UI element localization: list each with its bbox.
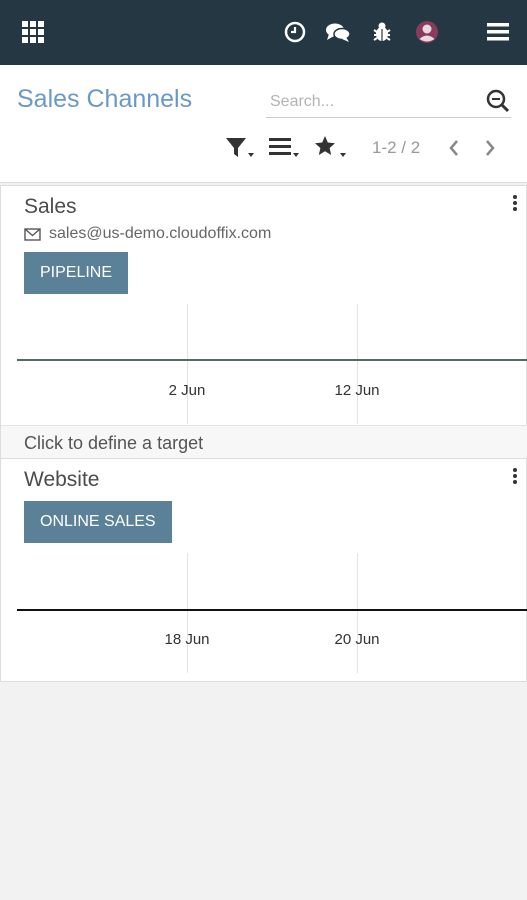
online-sales-button[interactable]: ONLINE SALES [24, 501, 172, 543]
pager-value[interactable]: 1-2 / 2 [372, 138, 420, 158]
card-graph: 18 Jun 20 Jun [17, 553, 527, 673]
hamburger-menu-icon[interactable] [484, 18, 512, 46]
search-input[interactable] [270, 90, 480, 114]
card-email-text: sales@us-demo.cloudoffix.com [49, 225, 272, 242]
card-menu-icon[interactable] [510, 468, 520, 488]
graph-tick-label: 12 Jun [334, 382, 380, 399]
pipeline-button[interactable]: PIPELINE [24, 252, 129, 294]
graph-line [17, 609, 527, 611]
page-title: Sales Channels [17, 85, 193, 113]
list-icon [269, 138, 299, 157]
pager-next-button[interactable] [479, 135, 501, 161]
search-box [266, 86, 511, 118]
clock-icon[interactable] [281, 18, 309, 46]
graph-line [17, 359, 527, 361]
star-icon [315, 136, 346, 157]
card-email: sales@us-demo.cloudoffix.com [24, 225, 271, 243]
filter-button[interactable] [225, 133, 259, 161]
website-channel-card: Website ONLINE SALES 18 Jun 20 Jun [0, 458, 527, 682]
graph-tick-label: 2 Jun [168, 382, 206, 399]
apps-grid-icon[interactable] [19, 18, 47, 46]
bug-icon[interactable] [368, 18, 396, 46]
chevron-left-icon [449, 140, 458, 156]
group-by-button[interactable] [268, 133, 304, 161]
search-icon[interactable] [485, 88, 511, 114]
card-menu-icon[interactable] [510, 195, 520, 215]
card-title: Sales [24, 195, 77, 218]
card-title: Website [24, 468, 100, 491]
favorites-button[interactable] [313, 133, 351, 161]
graph-tick-label: 18 Jun [164, 631, 210, 648]
define-target-link[interactable]: Click to define a target [1, 425, 527, 459]
top-navbar [0, 0, 527, 65]
envelope-icon [24, 227, 41, 241]
sales-channel-card: Sales sales@us-demo.cloudoffix.com PIPEL… [0, 185, 527, 459]
graph-tick-label: 20 Jun [334, 631, 380, 648]
avatar[interactable] [413, 18, 441, 46]
card-graph: 2 Jun 12 Jun [17, 304, 527, 424]
filter-icon [226, 138, 254, 157]
chat-icon[interactable] [324, 18, 352, 46]
pager-previous-button[interactable] [443, 135, 465, 161]
control-panel: Sales Channels 1-2 / 2 [0, 65, 527, 183]
chevron-right-icon [486, 140, 495, 156]
